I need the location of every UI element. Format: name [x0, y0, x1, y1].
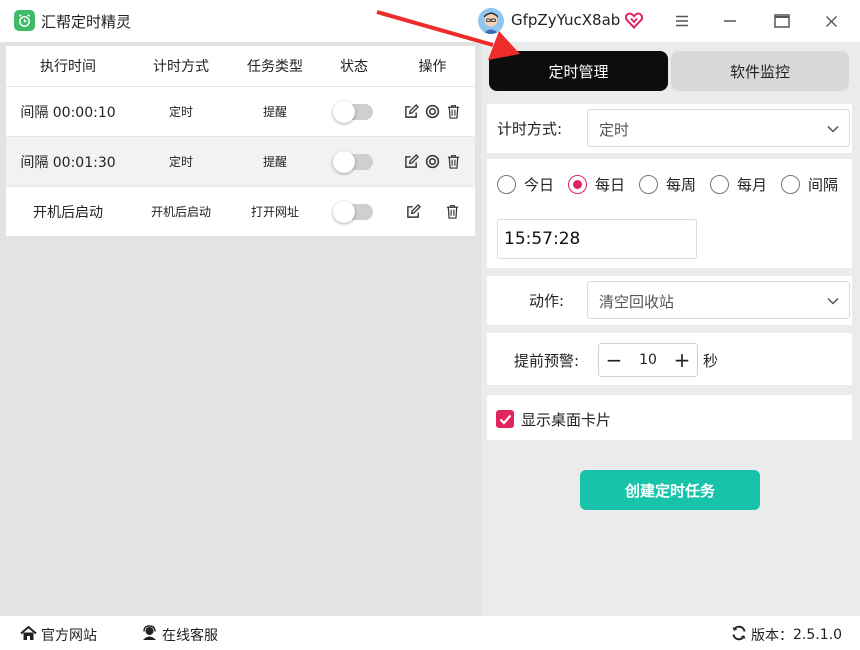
radio-daily[interactable]: 每日 [568, 174, 625, 195]
refresh-icon [731, 625, 751, 645]
trash-icon[interactable] [444, 203, 461, 220]
time-input[interactable]: 15:57:28 [497, 219, 697, 259]
timing-mode-label: 计时方式: [497, 120, 563, 138]
header-task-type: 任务类型 [247, 59, 303, 75]
version-number: 2.5.1.0 [793, 627, 842, 643]
status-bar: 官方网站 在线客服 版本： 2.5.1.0 [0, 616, 860, 650]
table-row[interactable]: 间隔 00:01:30 定时 提醒 [6, 136, 475, 186]
row-actions [390, 203, 475, 220]
row-timing-mode: 定时 [168, 155, 193, 169]
show-card-checkbox[interactable] [496, 410, 514, 428]
timing-mode-card: 计时方式: 定时 [487, 104, 852, 153]
header-timing-mode: 计时方式 [153, 59, 209, 75]
status-toggle[interactable] [333, 100, 373, 123]
online-support-link[interactable]: 在线客服 [141, 625, 218, 645]
radio-monthly-label: 每月 [737, 176, 768, 194]
show-card-card: 显示桌面卡片 [487, 395, 852, 440]
target-icon[interactable] [424, 153, 441, 170]
target-icon[interactable] [424, 103, 441, 120]
radio-interval[interactable]: 间隔 [781, 174, 838, 195]
radio-today[interactable]: 今日 [497, 174, 554, 195]
create-task-button[interactable]: 创建定时任务 [580, 470, 760, 510]
show-card-label[interactable]: 显示桌面卡片 [521, 409, 611, 430]
row-timing-mode: 定时 [168, 105, 193, 119]
table-row[interactable]: 间隔 00:00:10 定时 提醒 [6, 86, 475, 136]
table-header: 执行时间 计时方式 任务类型 状态 操作 [6, 46, 475, 86]
edit-icon[interactable] [405, 203, 422, 220]
stepper-plus-button[interactable]: + [667, 348, 697, 372]
radio-monthly[interactable]: 每月 [710, 174, 767, 195]
status-toggle[interactable] [333, 150, 373, 173]
stepper-value[interactable]: 10 [629, 352, 667, 368]
warning-label: 提前预警: [514, 352, 580, 370]
official-website-link[interactable]: 官方网站 [20, 625, 97, 645]
maximize-icon[interactable] [771, 10, 793, 32]
timing-mode-value: 定时 [599, 121, 630, 139]
radio-today-label: 今日 [524, 176, 555, 194]
status-toggle[interactable] [333, 200, 373, 223]
row-task-type: 提醒 [262, 155, 287, 169]
username[interactable]: GfpZyYucX8ab [511, 11, 620, 29]
warning-unit: 秒 [703, 352, 719, 370]
edit-icon[interactable] [403, 153, 420, 170]
version-info[interactable]: 版本： 2.5.1.0 [731, 625, 842, 645]
warning-card: 提前预警: − 10 + 秒 [487, 333, 852, 385]
action-label: 动作: [529, 292, 565, 310]
stepper-minus-button[interactable]: − [599, 348, 629, 372]
radio-daily-label: 每日 [595, 176, 626, 194]
tab-timer-management[interactable]: 定时管理 [489, 51, 668, 91]
header-actions: 操作 [418, 59, 447, 75]
task-form-panel: 定时管理 软件监控 计时方式: 定时 今日 每日 每周 每月 间隔 15:57:… [481, 42, 860, 616]
row-task-type: 打开网址 [250, 205, 299, 219]
radio-interval-label: 间隔 [808, 176, 839, 194]
table-row[interactable]: 开机后启动 开机后启动 打开网址 [6, 186, 475, 236]
headset-icon [141, 625, 162, 645]
header-exec-time: 执行时间 [40, 59, 96, 75]
close-icon[interactable] [820, 10, 842, 32]
online-support-label: 在线客服 [162, 628, 218, 644]
timing-mode-select[interactable]: 定时 [587, 109, 850, 147]
status-toggle-cell [318, 100, 390, 123]
radio-weekly-label: 每周 [666, 176, 697, 194]
action-select[interactable]: 清空回收站 [587, 281, 850, 319]
action-card: 动作: 清空回收站 [487, 276, 852, 325]
trash-icon[interactable] [445, 153, 462, 170]
title-bar: 汇帮定时精灵 GfpZyYucX8ab [0, 0, 860, 42]
user-avatar[interactable] [478, 8, 504, 34]
minimize-icon[interactable] [719, 10, 741, 32]
row-exec-time: 间隔 00:00:10 [20, 104, 116, 121]
chevron-down-icon [826, 293, 840, 307]
edit-icon[interactable] [403, 103, 420, 120]
hamburger-icon[interactable] [671, 10, 693, 32]
status-toggle-cell [318, 150, 390, 173]
header-status: 状态 [340, 59, 368, 75]
action-value: 清空回收站 [599, 293, 675, 311]
radio-weekly[interactable]: 每周 [639, 174, 696, 195]
frequency-card: 今日 每日 每周 每月 间隔 15:57:28 [487, 159, 852, 268]
task-list-panel: 执行时间 计时方式 任务类型 状态 操作 间隔 00:00:10 定时 提醒 间… [0, 42, 481, 616]
time-value: 15:57:28 [504, 229, 581, 249]
row-task-type: 提醒 [262, 105, 287, 119]
chevron-down-icon [826, 121, 840, 135]
tab-software-monitor[interactable]: 软件监控 [671, 51, 849, 91]
vip-heart-icon[interactable] [624, 12, 644, 29]
row-exec-time: 间隔 00:01:30 [20, 154, 116, 171]
trash-icon[interactable] [445, 103, 462, 120]
row-exec-time: 开机后启动 [33, 204, 103, 221]
home-icon [20, 625, 41, 645]
app-title: 汇帮定时精灵 [41, 13, 132, 31]
row-actions [390, 153, 475, 170]
version-label: 版本： [751, 628, 793, 644]
status-toggle-cell [318, 200, 390, 223]
warning-stepper[interactable]: − 10 + [598, 343, 698, 377]
official-website-label: 官方网站 [41, 628, 97, 644]
alarm-clock-icon [14, 10, 35, 31]
row-actions [390, 103, 475, 120]
row-timing-mode: 开机后启动 [150, 205, 211, 219]
task-table: 执行时间 计时方式 任务类型 状态 操作 间隔 00:00:10 定时 提醒 间… [6, 46, 475, 236]
frequency-radio-group: 今日 每日 每周 每月 间隔 [497, 174, 852, 195]
